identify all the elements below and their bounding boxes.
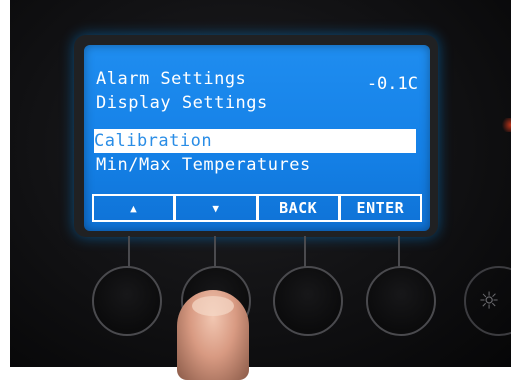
menu-item-label: Alarm Settings xyxy=(96,69,247,89)
menu-item-calibration[interactable]: Calibration xyxy=(94,129,416,153)
button-connector-line xyxy=(214,236,216,268)
button-connector-line xyxy=(128,236,130,268)
enter-button[interactable] xyxy=(366,266,436,336)
softkey-back-label: BACK xyxy=(279,199,318,217)
sun-icon: ☼ xyxy=(480,283,499,319)
down-arrow-icon: ▼ xyxy=(212,201,220,215)
softkey-back[interactable]: BACK xyxy=(256,194,339,222)
softkey-bar: ▲ ▼ BACK ENTER xyxy=(92,194,422,222)
up-arrow-icon: ▲ xyxy=(130,201,138,215)
up-button[interactable] xyxy=(92,266,162,336)
menu-item-display-settings[interactable]: Display Settings xyxy=(96,91,418,115)
finger-highlight xyxy=(192,296,234,316)
back-button[interactable] xyxy=(273,266,343,336)
lcd-screen: Alarm Settings -0.1C Display Settings Ca… xyxy=(84,45,430,231)
softkey-enter-label: ENTER xyxy=(356,199,405,217)
button-connector-line xyxy=(398,236,400,268)
softkey-down[interactable]: ▼ xyxy=(174,194,257,222)
button-connector-line xyxy=(304,236,306,268)
menu-item-label: Calibration xyxy=(94,131,213,151)
menu-item-label: Display Settings xyxy=(96,93,268,113)
status-led xyxy=(501,118,511,132)
menu-item-label: Min/Max Temperatures xyxy=(96,155,311,175)
menu-item-min-max-temperatures[interactable]: Min/Max Temperatures xyxy=(96,153,418,177)
softkey-enter[interactable]: ENTER xyxy=(338,194,422,222)
softkey-up[interactable]: ▲ xyxy=(92,194,175,222)
